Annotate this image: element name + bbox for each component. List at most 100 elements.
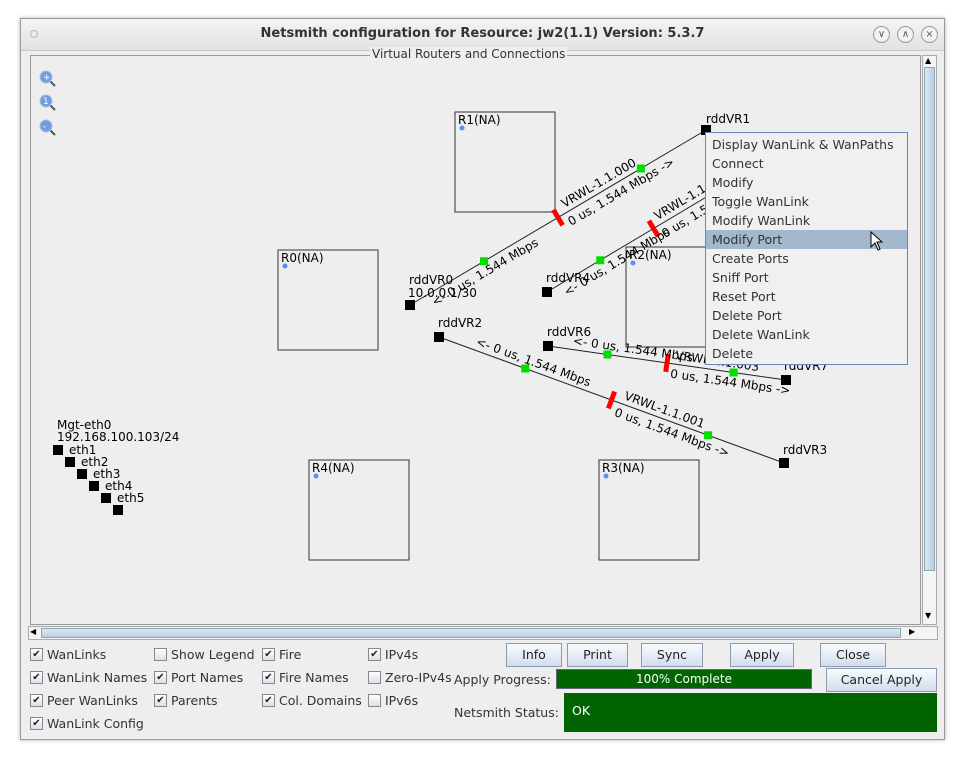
checkbox-fire-names[interactable]: ✔ Fire Names [262, 668, 349, 686]
checkbox-label: WanLinks [47, 646, 107, 662]
checkbox-wanlink-names[interactable]: ✔ WanLink Names [30, 668, 147, 686]
checkbox-label: Port Names [171, 669, 244, 685]
mouse-cursor-icon [870, 231, 884, 251]
apply-progress-label: Apply Progress: [454, 672, 551, 687]
mgmt-ip-label: 192.168.100.103/24 [57, 430, 179, 444]
node-label: rddVR1 [706, 112, 750, 126]
panel-title: Virtual Routers and Connections [370, 47, 568, 61]
svg-text:1: 1 [43, 97, 49, 107]
zoom-in-icon[interactable]: + [39, 70, 56, 87]
checkbox-box[interactable]: ✔ [30, 647, 43, 661]
checkbox-box[interactable]: ✔ [30, 693, 43, 707]
checkbox-port-names[interactable]: ✔ Port Names [154, 668, 243, 686]
menu-item-delete[interactable]: Delete [706, 344, 907, 363]
horizontal-scroll-thumb[interactable] [41, 628, 901, 638]
checkbox-ipv4s[interactable]: ✔ IPv4s [368, 645, 418, 663]
minimize-button[interactable]: ∨ [873, 26, 890, 43]
checkbox-box[interactable]: ✔ [30, 716, 43, 730]
svg-text:-: - [43, 122, 46, 132]
checkbox-wanlink-config[interactable]: ✔ WanLink Config [30, 714, 144, 732]
router-box[interactable] [598, 459, 700, 561]
checkbox-box[interactable]: ✔ [262, 693, 275, 707]
checkbox-box[interactable]: ✔ [262, 647, 275, 661]
horizontal-scrollbar[interactable]: ◀ ▶ [28, 626, 938, 640]
apply-progress-bar: 100% Complete [556, 669, 812, 689]
checkbox-fire[interactable]: ✔ Fire [262, 645, 301, 663]
sync-button[interactable]: Sync [641, 643, 703, 667]
menu-item-delete-wanlink[interactable]: Delete WanLink [706, 325, 907, 344]
menu-item-reset-port[interactable]: Reset Port [706, 287, 907, 306]
checkbox-box[interactable]: ✔ [262, 670, 275, 684]
netsmith-status-value: OK [564, 693, 937, 732]
checkbox-box[interactable]: ✔ [368, 647, 381, 661]
checkbox-label: Parents [171, 692, 218, 708]
info-button[interactable]: Info [506, 643, 562, 667]
menu-item-display-wanlink-wanpaths[interactable]: Display WanLink & WanPaths [706, 135, 907, 154]
print-button[interactable]: Print [567, 643, 628, 667]
scroll-down-icon[interactable]: ▼ [925, 611, 931, 620]
checkbox-peer-wanlinks[interactable]: ✔ Peer WanLinks [30, 691, 138, 709]
checkbox-box[interactable]: ✔ [30, 670, 43, 684]
fire-marker[interactable] [551, 208, 565, 227]
checkbox-zero-ipv4s[interactable]: Zero-IPv4s [368, 668, 452, 686]
menu-item-modify[interactable]: Modify [706, 173, 907, 192]
cancel-apply-button[interactable]: Cancel Apply [826, 668, 937, 692]
checkbox-show-legend[interactable]: Show Legend [154, 645, 255, 663]
port-label: eth5 [117, 491, 144, 505]
virtual-router-node[interactable]: rddVR3 [779, 443, 827, 468]
router-box[interactable] [277, 249, 379, 351]
port-node[interactable]: eth5 [101, 491, 144, 505]
router-label: R3(NA) [602, 461, 645, 475]
node-label: rddVR0 [409, 273, 453, 287]
router-box[interactable] [308, 459, 410, 561]
menu-item-connect[interactable]: Connect [706, 154, 907, 173]
port-node[interactable] [113, 505, 123, 515]
node-ip: 10.0.0.1/30 [408, 286, 477, 300]
virtual-router-node[interactable]: rddVR2 [434, 316, 482, 342]
close-button[interactable]: Close [820, 643, 886, 667]
vertical-scrollbar[interactable]: ▲ ▼ [922, 55, 937, 625]
menu-item-sniff-port[interactable]: Sniff Port [706, 268, 907, 287]
menu-item-toggle-wanlink[interactable]: Toggle WanLink [706, 192, 907, 211]
checkbox-label: Fire [279, 646, 302, 662]
checkbox-box[interactable] [154, 647, 167, 661]
checkbox-wanlinks[interactable]: ✔ WanLinks [30, 645, 106, 663]
scroll-right-icon[interactable]: ▶ [909, 627, 915, 636]
checkbox-parents[interactable]: ✔ Parents [154, 691, 218, 709]
apply-button[interactable]: Apply [730, 643, 794, 667]
checkbox-label: Peer WanLinks [47, 692, 138, 708]
router-box[interactable] [454, 111, 556, 213]
checkbox-box[interactable]: ✔ [154, 670, 167, 684]
checkbox-label: WanLink Config [47, 715, 144, 731]
zoom-out-icon[interactable]: - [39, 119, 56, 136]
checkbox-box[interactable]: ✔ [154, 693, 167, 707]
checkbox-label: WanLink Names [47, 669, 148, 685]
checkbox-box[interactable] [368, 670, 381, 684]
node-label: rddVR2 [438, 316, 482, 330]
router-label: R1(NA) [458, 113, 501, 127]
checkbox-label: IPv6s [385, 692, 419, 708]
svg-text:+: + [43, 73, 51, 83]
scroll-up-icon[interactable]: ▲ [925, 56, 931, 65]
node-label: rddVR4 [546, 271, 590, 285]
node-label: rddVR3 [783, 443, 827, 457]
scroll-left-icon[interactable]: ◀ [30, 627, 36, 636]
router-label: R4(NA) [312, 461, 355, 475]
fire-marker[interactable] [606, 390, 617, 410]
maximize-button[interactable]: ∧ [897, 26, 914, 43]
menu-item-delete-port[interactable]: Delete Port [706, 306, 907, 325]
checkbox-box[interactable] [368, 693, 381, 707]
window-title: Netsmith configuration for Resource: jw2… [260, 26, 705, 41]
checkbox-label: Col. Domains [279, 692, 362, 708]
checkbox-ipv6s[interactable]: IPv6s [368, 691, 418, 709]
checkbox-label: Show Legend [171, 646, 255, 662]
netsmith-status-label: Netsmith Status: [454, 705, 559, 720]
checkbox-label: Fire Names [279, 669, 349, 685]
menu-item-modify-wanlink[interactable]: Modify WanLink [706, 211, 907, 230]
vertical-scroll-thumb[interactable] [924, 67, 935, 571]
zoom-reset-icon[interactable]: 1 [39, 94, 56, 111]
checkbox-col-domains[interactable]: ✔ Col. Domains [262, 691, 362, 709]
menu-item-create-ports[interactable]: Create Ports [706, 249, 907, 268]
node-label: rddVR6 [547, 325, 591, 339]
close-window-button[interactable]: × [921, 26, 938, 43]
